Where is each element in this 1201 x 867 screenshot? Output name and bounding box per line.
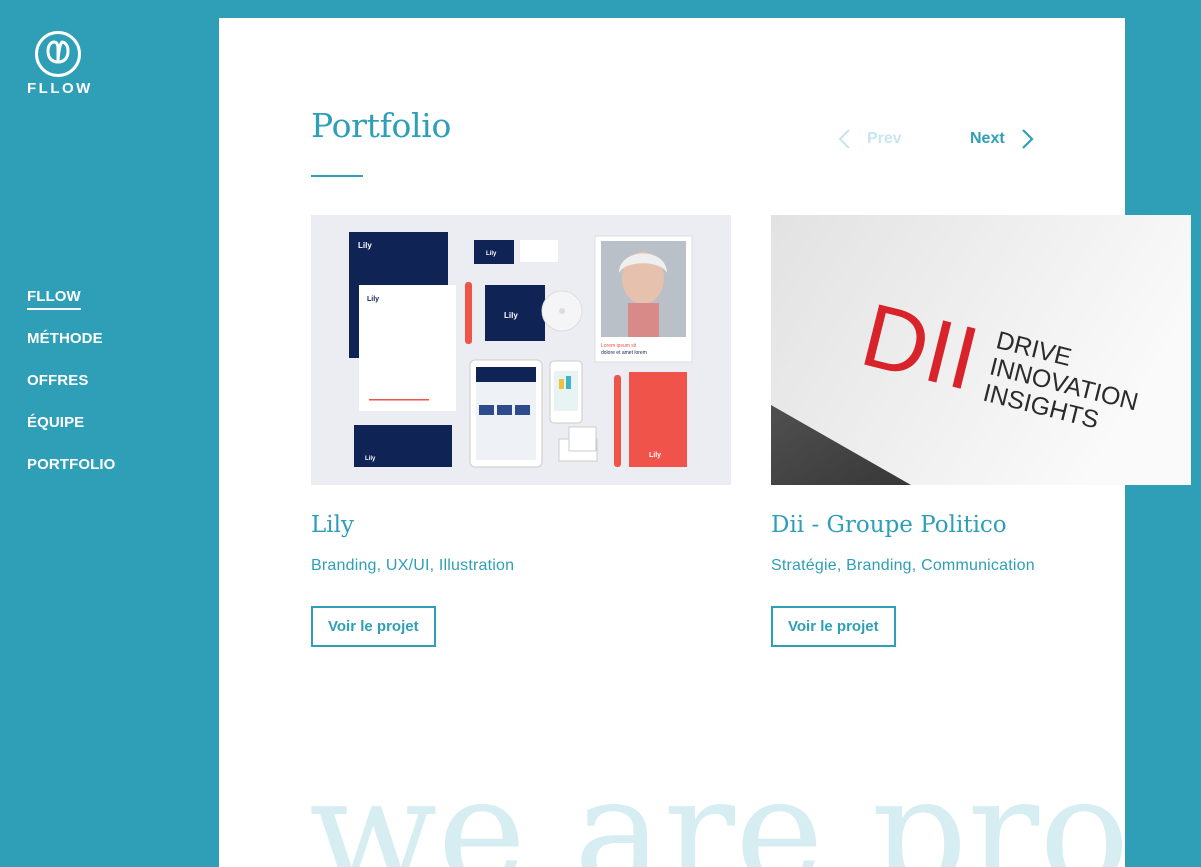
page-title: Portfolio [311, 106, 452, 145]
svg-text:Lily: Lily [486, 251, 497, 257]
svg-text:Lily: Lily [367, 296, 379, 303]
chevron-right-icon [1021, 129, 1034, 149]
project-image-dii[interactable]: DII DRIVE INNOVATION INSIGHTS [771, 215, 1191, 485]
nav-item-offres: OFFRES [27, 372, 115, 414]
prev-button[interactable]: Prev [837, 125, 902, 153]
svg-text:dolore et amet lorem: dolore et amet lorem [601, 350, 647, 356]
title-underline [311, 175, 363, 177]
project-tags-lily: Branding, UX/UI, Illustration [311, 557, 515, 574]
prev-label: Prev [867, 130, 902, 147]
project-title-lily[interactable]: Lily [311, 512, 354, 538]
next-button[interactable]: Next [970, 125, 1035, 153]
main-nav: FLLOW MÉTHODE OFFRES ÉQUIPE PORTFOLIO [27, 288, 115, 498]
project-tags-dii: Stratégie, Branding, Communication [771, 557, 1035, 574]
project-image-lily[interactable]: Lily Lily Lily Lily Lorem ipsum sit dolo… [311, 215, 731, 485]
nav-link-fllow[interactable]: FLLOW [27, 288, 81, 310]
nav-link-methode[interactable]: MÉTHODE [27, 330, 103, 350]
view-project-button-lily[interactable]: Voir le projet [311, 606, 436, 647]
lily-stationery-mockup: Lily Lily Lily Lily Lorem ipsum sit dolo… [349, 232, 693, 468]
nav-item-equipe: ÉQUIPE [27, 414, 115, 456]
sidebar: FLLOW FLLOW MÉTHODE OFFRES ÉQUIPE PORTFO… [0, 0, 219, 867]
nav-link-equipe[interactable]: ÉQUIPE [27, 414, 84, 434]
svg-text:Lily: Lily [365, 456, 376, 462]
svg-text:Lily: Lily [358, 241, 372, 250]
fllow-logo-icon [35, 31, 81, 77]
svg-text:Lorem ipsum sit: Lorem ipsum sit [601, 343, 637, 349]
next-label: Next [970, 130, 1005, 147]
nav-link-portfolio[interactable]: PORTFOLIO [27, 456, 115, 476]
dii-card-mockup: DII DRIVE INNOVATION INSIGHTS [771, 215, 1191, 485]
nav-item-fllow: FLLOW [27, 288, 115, 330]
view-project-button-dii[interactable]: Voir le projet [771, 606, 896, 647]
nav-link-offres[interactable]: OFFRES [27, 372, 88, 392]
nav-item-portfolio: PORTFOLIO [27, 456, 115, 498]
svg-text:Lily: Lily [504, 311, 518, 320]
brand-name: FLLOW [27, 80, 93, 97]
project-title-dii[interactable]: Dii - Groupe Politico [771, 512, 1007, 538]
nav-item-methode: MÉTHODE [27, 330, 115, 372]
svg-text:Lily: Lily [649, 452, 661, 459]
background-slogan: we are proj [309, 746, 1125, 867]
chevron-left-icon [838, 129, 850, 149]
